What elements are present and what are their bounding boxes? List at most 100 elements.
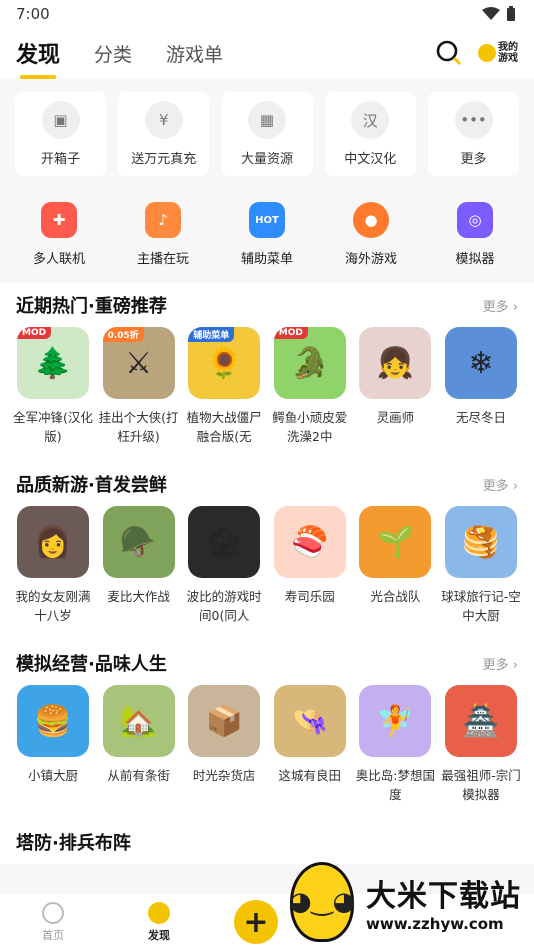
game-icon: 🥞 <box>444 506 517 578</box>
game-item[interactable]: 👒 这城有良田 <box>273 685 347 804</box>
game-name: 全军冲锋(汉化版) <box>13 410 93 444</box>
game-name: 波比的游戏时间0(同人 <box>186 589 262 623</box>
game-artwork: ❄ <box>468 345 494 381</box>
quick-entry-resources[interactable]: ▦ 大量资源 <box>221 92 313 176</box>
game-item[interactable]: 🍣 寿司乐园 <box>273 506 347 625</box>
quick-entry-label: 开箱子 <box>40 152 80 167</box>
game-artwork: 🌻 <box>205 345 243 381</box>
game-item[interactable]: 👧 灵画师 <box>358 327 432 446</box>
game-name: 灵画师 <box>376 410 415 425</box>
game-name: 挂出个大侠(打枉升级) <box>98 410 179 444</box>
game-item[interactable]: 🏯 最强祖师-宗门模拟器 <box>441 685 521 804</box>
section-title: 近期热门·重磅推荐 <box>16 296 167 317</box>
game-name: 球球旅行记-空中大厨 <box>441 589 521 623</box>
category-multiplayer[interactable]: ✚ 多人联机 <box>16 202 102 267</box>
game-artwork: 🪖 <box>119 524 158 560</box>
quick-entry-recharge[interactable]: ¥ 送万元真充 <box>118 92 210 176</box>
quick-entry-label: 大量资源 <box>240 152 293 167</box>
game-icon: 🌲 MOD <box>17 327 89 399</box>
game-item[interactable]: ❄ 无尽冬日 <box>444 327 518 446</box>
game-item[interactable]: ⚔ 0.05折 挂出个大侠(打枉升级) <box>99 327 179 446</box>
game-item[interactable]: 📦 时光杂货店 <box>187 685 261 804</box>
section-header: 品质新游·首发尝鲜 更多 › <box>16 462 518 506</box>
nav-discover[interactable]: 发现 <box>128 901 190 943</box>
category-emulator[interactable]: ◎ 模拟器 <box>432 202 518 267</box>
game-icon: 🏡 <box>102 685 175 757</box>
category-assist-menu[interactable]: HOT 辅助菜单 <box>224 202 310 267</box>
game-icon: 🌱 <box>359 506 432 578</box>
game-item[interactable]: 🏡 从前有条街 <box>102 685 176 804</box>
game-icon: 🪖 <box>102 506 175 578</box>
game-tag-badge: MOD <box>17 327 52 339</box>
game-item[interactable]: 🏚 波比的游戏时间0(同人 <box>187 506 262 625</box>
section-more-link[interactable]: 更多 › <box>483 475 518 494</box>
game-tag-badge: 辅助菜单 <box>188 327 235 342</box>
section-more-link[interactable]: 更多 › <box>483 654 518 673</box>
game-name: 我的女友刚满十八岁 <box>15 589 91 623</box>
more-dots-icon: ••• <box>454 101 493 139</box>
game-item[interactable]: 🌱 光合战队 <box>358 506 432 625</box>
game-name: 寿司乐园 <box>284 589 335 604</box>
chevron-right-icon: › <box>508 657 518 673</box>
game-name: 这城有良田 <box>278 768 342 783</box>
category-overseas[interactable]: ● 海外游戏 <box>328 202 414 267</box>
discover-icon <box>148 901 170 924</box>
game-icon: 🍔 <box>17 685 89 757</box>
tab-discover[interactable]: 发现 <box>16 37 60 79</box>
game-item[interactable]: 🐊 MOD 鳄鱼小顽皮爱洗澡2中 <box>272 327 347 446</box>
gamepad-icon <box>478 44 496 62</box>
mascot-logo-icon: ◕‿◕ <box>289 862 355 942</box>
category-label: 主播在玩 <box>136 252 189 267</box>
more-label: 更多 <box>482 299 509 315</box>
game-icon: 👩 <box>17 506 89 578</box>
status-icons <box>482 6 516 22</box>
game-section: 近期热门·重磅推荐 更多 › 🌲 MOD 全军冲锋(汉化版) ⚔ 0.05折 挂出个大侠(打枉… <box>0 283 534 462</box>
tv-icon: ♪ <box>145 202 181 238</box>
game-item[interactable]: 👩 我的女友刚满十八岁 <box>15 506 91 625</box>
grid-icon: ▦ <box>248 101 286 139</box>
game-item[interactable]: 🌲 MOD 全军冲锋(汉化版) <box>13 327 93 446</box>
status-bar: 7:00 <box>0 0 534 28</box>
quick-entry-row: ▣ 开箱子 ¥ 送万元真充 ▦ 大量资源 汉中文汉化 ••• 更多 <box>0 78 534 176</box>
category-label: 模拟器 <box>455 252 495 267</box>
watermark: ◕‿◕ 大米下载站 www.zzhyw.com <box>289 854 534 950</box>
game-name: 麦比大作战 <box>107 589 170 604</box>
game-item[interactable]: 🌻 辅助菜单 植物大战僵尸融合版(无 <box>187 327 262 446</box>
quick-entry-open-box[interactable]: ▣ 开箱子 <box>15 92 106 176</box>
category-streamer[interactable]: ♪ 主播在玩 <box>120 202 206 267</box>
game-item[interactable]: 🥞 球球旅行记-空中大厨 <box>441 506 521 625</box>
game-icon: 🏚 <box>188 506 261 578</box>
game-artwork: 🍣 <box>291 524 329 560</box>
nav-label: 发现 <box>148 928 170 942</box>
tab-game-list[interactable]: 游戏单 <box>166 40 223 67</box>
search-icon[interactable] <box>436 40 462 66</box>
more-label: 更多 <box>482 657 509 673</box>
game-list: 🍔 小镇大厨 🏡 从前有条街 📦 时光杂货店 👒 这城有良田 🧚 奥比岛:梦想国度 🏯 最强祖师-宗门… <box>16 685 521 820</box>
game-icon: 📦 <box>188 685 261 757</box>
tab-category[interactable]: 分类 <box>94 40 132 67</box>
game-artwork: 🏡 <box>119 703 158 739</box>
game-item[interactable]: 🧚 奥比岛:梦想国度 <box>356 685 435 804</box>
section-title: 塔防·排兵布阵 <box>16 833 131 854</box>
coupon-icon: ¥ <box>144 101 183 139</box>
game-icon: 🏯 <box>444 685 517 757</box>
section-more-link[interactable]: 更多 › <box>483 296 518 315</box>
hot-flame-icon: HOT <box>249 202 285 238</box>
game-item[interactable]: 🍔 小镇大厨 <box>16 685 90 804</box>
game-name: 小镇大厨 <box>27 768 78 783</box>
quick-entry-chinese[interactable]: 汉中文汉化 <box>324 92 416 176</box>
game-section: 模拟经营·品味人生 更多 › 🍔 小镇大厨 🏡 从前有条街 📦 时光杂货店 👒 这城有良田 🧚 奥比岛… <box>0 641 534 820</box>
game-name: 奥比岛:梦想国度 <box>355 768 435 802</box>
game-artwork: 👩 <box>34 524 72 560</box>
game-icon: 🌻 辅助菜单 <box>188 327 261 399</box>
chinese-char-icon: 汉 <box>351 101 390 139</box>
my-games-button[interactable]: 我的 游戏 <box>478 42 518 64</box>
game-item[interactable]: 🪖 麦比大作战 <box>102 506 176 625</box>
nav-home[interactable]: 首页 <box>22 901 84 943</box>
game-artwork: 🏯 <box>462 703 500 739</box>
game-artwork: 🍔 <box>34 703 72 739</box>
game-artwork: ⚔ <box>125 345 153 381</box>
add-button[interactable]: + <box>234 900 278 944</box>
quick-entry-more[interactable]: ••• 更多 <box>428 92 519 176</box>
section-header: 模拟经营·品味人生 更多 › <box>16 641 518 685</box>
